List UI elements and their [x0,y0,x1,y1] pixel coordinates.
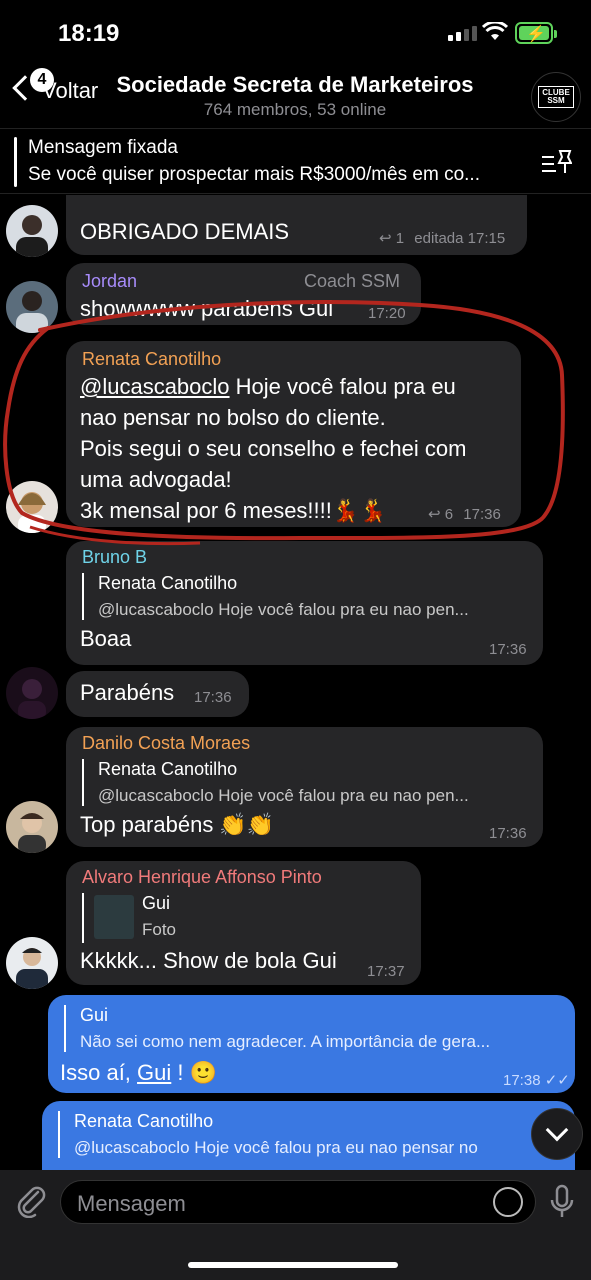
message-time: 17:36 [463,506,501,523]
reply-name: Renata Canotilho [74,1111,214,1131]
message-time: 17:36 [194,689,232,706]
reply-preview[interactable]: Gui Não sei como nem agradecer. A import… [64,1005,564,1052]
sender-name: Jordan [82,271,138,291]
sender-name: Danilo Costa Moraes [82,733,251,753]
message-input-placeholder: Mensagem [77,1191,186,1216]
reply-preview[interactable]: Gui Foto [82,893,402,943]
reply-preview[interactable]: Renata Canotilho @lucascaboclo Hoje você… [58,1111,568,1158]
cellular-signal-icon [448,26,477,41]
message-bubble[interactable]: Alvaro Henrique Affonso Pinto Gui Foto K… [66,861,421,985]
avatar[interactable] [6,281,58,333]
microphone-icon[interactable] [550,1184,574,1220]
group-logo: CLUBE SSM [538,86,574,108]
sender-name: Bruno B [82,547,148,567]
back-button[interactable]: 4 Voltar [8,68,98,104]
message-time: 17:15 [467,230,506,247]
status-bar: 18:19 ⚡ [0,0,591,64]
mention-link[interactable]: Gui [137,1060,171,1085]
avatar[interactable] [6,937,58,989]
paperclip-icon[interactable] [14,1184,48,1218]
reply-preview[interactable]: Renata Canotilho @lucascaboclo Hoje você… [82,573,530,620]
composer: Mensagem [0,1170,591,1280]
reply-text: @lucascaboclo Hoje você falou pra eu nao… [98,600,469,619]
reply-text: Foto [142,920,177,939]
message-time: 17:37 [367,963,405,980]
message-bubble[interactable]: Danilo Costa Moraes Renata Canotilho @lu… [66,727,543,847]
person-photo [16,291,48,333]
message-text: Parabéns [80,680,175,705]
sender-name: Renata Canotilho [82,349,222,369]
message-bubble[interactable]: Parabéns 17:36 [66,671,249,717]
admin-badge: Coach SSM [304,271,401,291]
home-indicator[interactable] [188,1262,398,1268]
edited-label: editada [414,230,464,247]
pinned-list-icon[interactable] [542,149,572,177]
message-bubble[interactable]: Renata Canotilho @lucascaboclo Hoje você… [66,341,521,527]
group-avatar[interactable]: CLUBE SSM [531,72,581,122]
message-meta: 17:38 ✓✓ [503,1071,570,1089]
message-input[interactable]: Mensagem [60,1180,536,1224]
message-text: OBRIGADO DEMAIS [80,219,290,244]
message-text: Isso aí, Gui ! 🙂 [60,1060,218,1085]
message-time: 17:36 [489,641,527,658]
pinned-title: Mensagem fixada [28,137,178,158]
photo-thumbnail [94,895,134,939]
message-bubble[interactable]: OBRIGADO DEMAIS ↩ 1 editada 17:15 [66,195,527,255]
reply-text: @lucascaboclo Hoje você falou pra eu nao… [98,786,469,805]
mention-link[interactable]: @lucascaboclo [80,374,230,399]
sticker-icon[interactable] [493,1187,523,1217]
message-time: 17:38 [503,1072,541,1089]
unread-badge: 4 [30,68,54,92]
message-text: showwwww parabens Gui [80,296,334,321]
double-check-icon: ✓✓ [544,1072,570,1089]
person-photo [16,215,48,257]
reply-count: 6 [444,506,454,523]
avatar[interactable] [6,481,58,533]
message-text: Kkkkk... Show de bola Gui [80,948,337,973]
message-meta: ↩ 1 editada 17:15 [379,229,505,247]
message-text: @lucascaboclo Hoje você falou pra eu nao… [80,374,467,523]
reply-text: @lucascaboclo Hoje você falou pra eu nao… [74,1138,478,1157]
message-text: Boaa [80,626,132,651]
avatar[interactable] [6,667,58,719]
avatar[interactable] [6,205,58,257]
message-bubble[interactable]: Bruno B Renata Canotilho @lucascaboclo H… [66,541,543,665]
message-bubble[interactable]: Jordan Coach SSM showwwww parabens Gui 1… [66,263,421,325]
message-time: 17:36 [489,825,527,842]
person-photo [18,813,46,853]
reply-name: Gui [80,1005,109,1025]
avatar[interactable] [6,801,58,853]
reply-arrow-icon: ↩ [379,230,392,247]
pinned-message-bar[interactable]: Mensagem fixada Se você quiser prospecta… [0,128,591,194]
chevron-down-icon [545,1118,569,1142]
reply-count: 1 [395,230,405,247]
wifi-icon [482,22,508,40]
person-photo [16,948,48,989]
message-meta: ↩ 6 17:36 [428,505,501,523]
reply-text: Não sei como nem agradecer. A importânci… [80,1032,491,1051]
message-time: 17:20 [368,305,406,322]
pinned-indicator [14,137,17,187]
outgoing-bubble[interactable]: Gui Não sei como nem agradecer. A import… [48,995,575,1093]
pinned-text: Se você quiser prospectar mais R$3000/mê… [28,164,480,185]
outgoing-bubble[interactable]: Renata Canotilho @lucascaboclo Hoje você… [42,1101,575,1170]
message-list[interactable]: OBRIGADO DEMAIS ↩ 1 editada 17:15 Jordan… [0,195,591,1170]
person-photo [18,679,46,719]
battery-icon: ⚡ [515,22,557,44]
reply-name: Gui [142,893,171,913]
reply-name: Renata Canotilho [98,759,238,779]
chat-header: 4 Voltar Sociedade Secreta de Marketeiro… [0,64,591,128]
chat-subtitle: 764 membros, 53 online [203,100,387,119]
sender-name: Alvaro Henrique Affonso Pinto [82,867,322,887]
reply-name: Renata Canotilho [98,573,238,593]
reply-preview[interactable]: Renata Canotilho @lucascaboclo Hoje você… [82,759,530,806]
chat-title[interactable]: Sociedade Secreta de Marketeiros [100,72,490,98]
person-photo [18,492,46,533]
scroll-to-bottom-button[interactable] [531,1108,583,1160]
message-text: Top parabéns 👏👏 [80,812,275,837]
status-time: 18:19 [58,20,120,47]
reply-arrow-icon: ↩ [428,506,441,523]
